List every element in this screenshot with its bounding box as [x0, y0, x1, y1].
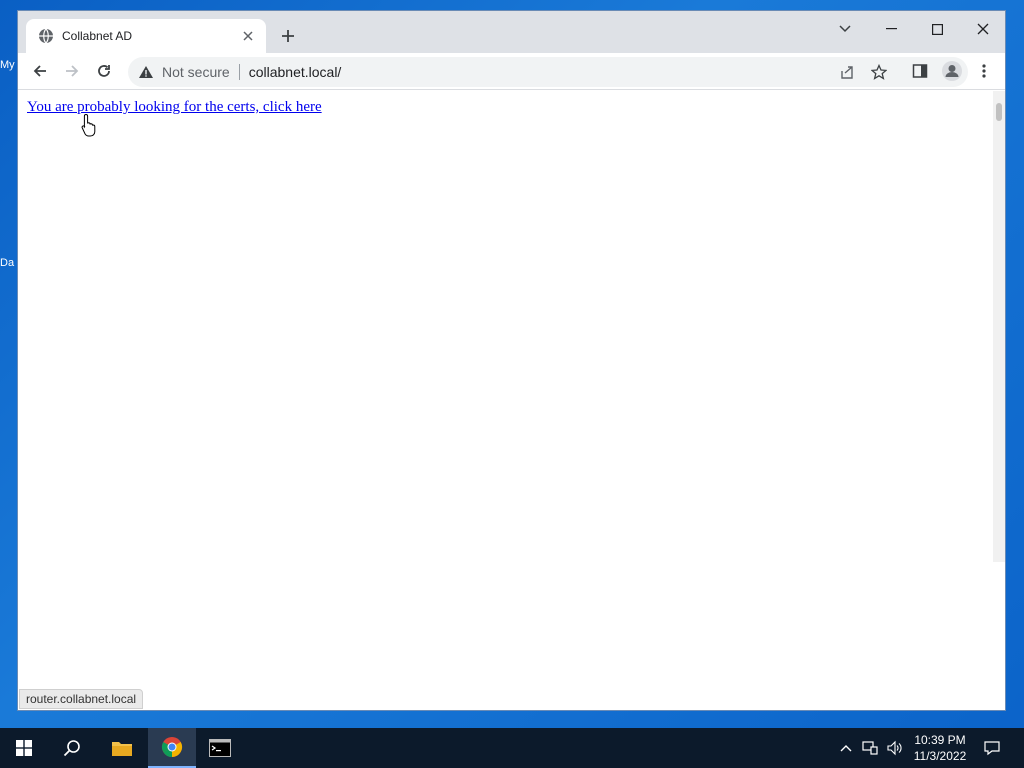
divider — [238, 64, 240, 80]
clock-time: 10:39 PM — [914, 733, 966, 747]
terminal-icon[interactable] — [196, 728, 244, 768]
maximize-icon[interactable] — [914, 15, 960, 43]
vertical-scrollbar[interactable] — [993, 91, 1005, 562]
tab-title: Collabnet AD — [62, 29, 133, 43]
browser-window: Collabnet AD Not secure collabnet.local/… — [17, 10, 1006, 711]
browser-toolbar: Not secure collabnet.local/ — [18, 53, 1005, 90]
network-icon[interactable] — [862, 740, 878, 756]
reload-icon[interactable] — [92, 59, 116, 83]
file-explorer-icon[interactable] — [98, 728, 146, 768]
profile-avatar-icon[interactable] — [940, 59, 964, 83]
address-bar[interactable]: Not secure collabnet.local/ — [128, 57, 968, 87]
share-icon[interactable] — [839, 64, 855, 80]
desktop-icon-label: My — [0, 59, 15, 71]
tab-search-chevron-icon[interactable] — [822, 15, 868, 43]
taskbar-clock[interactable]: 10:39 PM 11/3/2022 — [908, 732, 972, 764]
url-text[interactable]: collabnet.local/ — [249, 64, 342, 80]
back-arrow-icon[interactable] — [28, 59, 52, 83]
start-icon[interactable] — [0, 728, 48, 768]
bookmark-star-icon[interactable] — [871, 64, 887, 80]
notifications-icon[interactable] — [984, 740, 1000, 756]
side-panel-icon[interactable] — [908, 59, 932, 83]
warning-triangle-icon[interactable] — [138, 64, 154, 80]
tab-strip: Collabnet AD — [18, 11, 1005, 53]
desktop-icon-label: Da — [0, 257, 15, 269]
forward-arrow-icon[interactable] — [60, 59, 84, 83]
clock-date: 11/3/2022 — [913, 749, 967, 763]
volume-icon[interactable] — [886, 740, 902, 756]
globe-icon — [38, 28, 54, 44]
chrome-icon[interactable] — [148, 728, 196, 768]
certs-link[interactable]: You are probably looking for the certs, … — [27, 99, 322, 116]
page-content: You are probably looking for the certs, … — [18, 91, 1005, 710]
tab-collabnet[interactable]: Collabnet AD — [26, 19, 266, 53]
minimize-icon[interactable] — [868, 15, 914, 43]
close-window-icon[interactable] — [960, 15, 1006, 43]
hand-cursor-icon — [81, 113, 99, 142]
new-tab-button[interactable] — [278, 26, 298, 46]
search-icon[interactable] — [48, 728, 96, 768]
status-url-bubble: router.collabnet.local — [19, 689, 144, 709]
chevron-up-icon[interactable] — [838, 740, 854, 756]
close-tab-icon[interactable] — [240, 28, 256, 44]
security-label: Not secure — [162, 64, 230, 80]
taskbar: 10:39 PM 11/3/2022 — [0, 728, 1024, 768]
kebab-menu-icon[interactable] — [972, 59, 996, 83]
scrollbar-thumb[interactable] — [996, 103, 1002, 121]
